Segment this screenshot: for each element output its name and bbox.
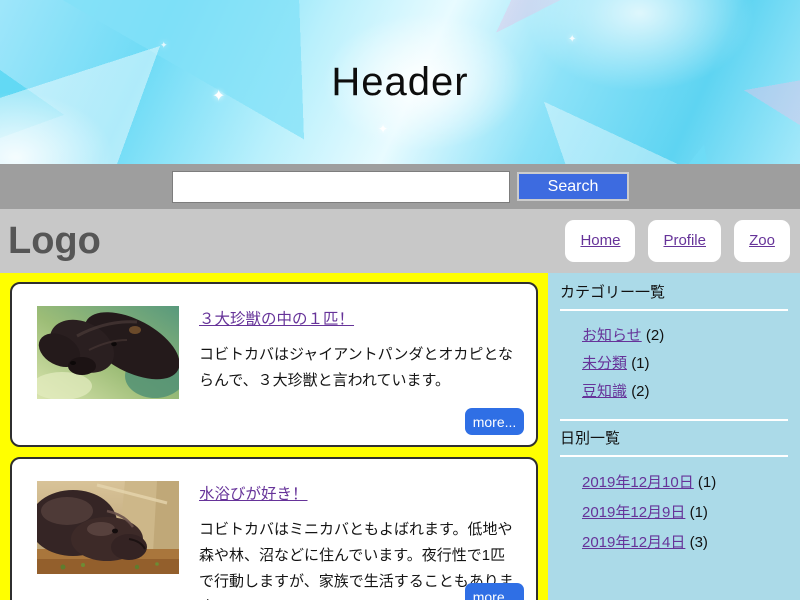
content-area: ３大珍獣の中の１匹！ コビトカバはジャイアントパンダとオカピとならんで、３大珍獣… [0, 273, 800, 600]
nav-item-home: Home [565, 220, 635, 262]
sidebar-heading-categories: カテゴリー一覧 [560, 275, 788, 311]
post-image-hippo-in-water [37, 306, 179, 399]
date-link[interactable]: 2019年12月10日 [582, 474, 694, 491]
date-count: (3) [690, 534, 708, 551]
category-count: (2) [631, 383, 649, 400]
search-input[interactable] [172, 171, 510, 203]
category-link[interactable]: 未分類 [582, 355, 627, 372]
category-link[interactable]: お知らせ [582, 327, 642, 344]
date-link[interactable]: 2019年12月9日 [582, 504, 685, 521]
date-count: (1) [690, 504, 708, 521]
more-button[interactable]: more... [465, 408, 524, 435]
sidebar-heading-dates: 日別一覧 [560, 421, 788, 457]
logo-bar: Logo Home Profile Zoo [0, 209, 800, 273]
post-image-hippo-sleeping [37, 481, 179, 574]
list-item: 未分類 (1) [582, 349, 788, 377]
more-button[interactable]: more... [465, 583, 524, 600]
nav-link-profile[interactable]: Profile [663, 232, 706, 249]
list-item: 2019年12月4日 (3) [582, 527, 788, 557]
category-count: (2) [646, 327, 664, 344]
category-list: お知らせ (2) 未分類 (1) 豆知識 (2) [560, 311, 788, 421]
date-link[interactable]: 2019年12月4日 [582, 534, 685, 551]
date-list: 2019年12月10日 (1) 2019年12月9日 (1) 2019年12月4… [560, 457, 788, 571]
date-count: (1) [698, 474, 716, 491]
sparkle-icon: ✦ [568, 34, 576, 45]
post-text: 水浴びが好き！ コビトカバはミニカバともよばれます。低地や森や林、沼などに住んで… [199, 481, 514, 600]
list-item: 2019年12月10日 (1) [582, 467, 788, 497]
page-title: Header [331, 60, 468, 105]
hero-banner: Header ✦ ✦ ✦ ✦ [0, 0, 800, 164]
nav-item-zoo: Zoo [734, 220, 790, 262]
post-body: コビトカバはジャイアントパンダとオカピとならんで、３大珍獣と言われています。 [199, 342, 514, 394]
sidebar-section-dates: 日別一覧 2019年12月10日 (1) 2019年12月9日 (1) 2019… [560, 421, 788, 571]
sparkle-icon: ✦ [378, 122, 388, 136]
site-logo: Logo [8, 220, 101, 263]
category-count: (1) [631, 355, 649, 372]
post-title-link[interactable]: ３大珍獣の中の１匹！ [199, 307, 354, 329]
main-nav: Home Profile Zoo [565, 220, 790, 262]
nav-link-home[interactable]: Home [580, 232, 620, 249]
post-title-link[interactable]: 水浴びが好き！ [199, 482, 308, 504]
post-card: 水浴びが好き！ コビトカバはミニカバともよばれます。低地や森や林、沼などに住んで… [10, 457, 538, 600]
post-text: ３大珍獣の中の１匹！ コビトカバはジャイアントパンダとオカピとならんで、３大珍獣… [199, 306, 514, 394]
nav-item-profile: Profile [648, 220, 721, 262]
nav-link-zoo[interactable]: Zoo [749, 232, 775, 249]
search-bar: Search [0, 164, 800, 209]
list-item: お知らせ (2) [582, 321, 788, 349]
post-card: ３大珍獣の中の１匹！ コビトカバはジャイアントパンダとオカピとならんで、３大珍獣… [10, 282, 538, 447]
list-item: 豆知識 (2) [582, 377, 788, 405]
search-button[interactable]: Search [517, 172, 629, 201]
page: Header ✦ ✦ ✦ ✦ Search Logo Home Profile … [0, 0, 800, 600]
sidebar-section-categories: カテゴリー一覧 お知らせ (2) 未分類 (1) 豆知識 (2) [560, 275, 788, 421]
sparkle-icon: ✦ [212, 86, 225, 106]
category-link[interactable]: 豆知識 [582, 383, 627, 400]
post-list: ３大珍獣の中の１匹！ コビトカバはジャイアントパンダとオカピとならんで、３大珍獣… [0, 273, 548, 600]
list-item: 2019年12月9日 (1) [582, 497, 788, 527]
sidebar: カテゴリー一覧 お知らせ (2) 未分類 (1) 豆知識 (2) [548, 273, 800, 600]
sparkle-icon: ✦ [160, 40, 168, 51]
